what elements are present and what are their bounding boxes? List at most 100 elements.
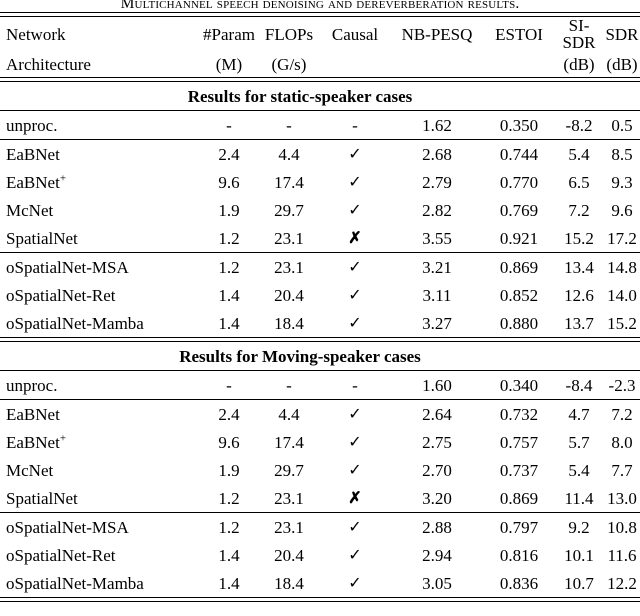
cell-causal: ✓ [320, 541, 390, 569]
column-header-flops: FLOPs [264, 24, 314, 44]
cell-estoi: 0.757 [499, 432, 539, 452]
cell-sdr: 10.8 [607, 517, 637, 537]
cell-param: 2.4 [218, 144, 240, 164]
check-icon: ✓ [348, 174, 362, 191]
table-row: SpatialNet 1.2 23.1 ✗ 3.20 0.869 11.4 13.0 [0, 484, 640, 513]
cell-nb-pesq: 2.79 [422, 172, 452, 192]
check-icon: ✓ [348, 287, 362, 304]
rule-cell [0, 597, 640, 602]
section-header-row: Results for Moving-speaker cases [0, 342, 640, 371]
cell-param: 1.9 [218, 460, 240, 480]
cell-sdr: -2.3 [608, 375, 636, 395]
cell-si-sdr: 5.4 [568, 144, 590, 164]
table-row: unproc. - - - 1.60 0.340 -8.4 -2.3 [0, 371, 640, 400]
section-header-row: Results for static-speaker cases [0, 82, 640, 111]
cell-causal: - [320, 371, 390, 400]
cell-flops: - [286, 115, 292, 135]
cell-param: 1.2 [218, 488, 240, 508]
cell-sdr: 14.8 [607, 257, 637, 277]
cell-si-sdr: 9.2 [568, 517, 590, 537]
cell-network-name: McNet [6, 460, 54, 480]
cell-param: 1.4 [218, 573, 240, 593]
column-header-estoi: ESTOI [495, 24, 543, 44]
cell-flops: 17.4 [274, 432, 304, 452]
cell-si-sdr: 6.5 [568, 172, 590, 192]
cell-si-sdr: 12.6 [564, 285, 594, 305]
cell-sdr: 11.6 [607, 545, 637, 565]
table-row: McNet 1.9 29.7 ✓ 2.70 0.737 5.4 7.7 [0, 456, 640, 484]
column-unit-1: (G/s) [271, 54, 307, 74]
cell-estoi: 0.869 [499, 257, 539, 277]
column-unit-0: (M) [215, 54, 243, 74]
check-icon: ✓ [348, 406, 362, 423]
column-header-nb-pesq: NB-PESQ [401, 24, 473, 44]
cell-nb-pesq: 2.75 [422, 432, 452, 452]
cell-param: 1.4 [218, 313, 240, 333]
cell-network-name: oSpatialNet-MSA [6, 517, 129, 537]
cell-network-name: EaBNet+ [6, 431, 67, 452]
cell-si-sdr: 11.4 [564, 488, 594, 508]
cell-nb-pesq: 2.68 [422, 144, 452, 164]
cell-param: 1.4 [218, 545, 240, 565]
cell-estoi: 0.921 [499, 228, 539, 248]
cell-causal: ✓ [320, 168, 390, 196]
cell-sdr: 12.2 [607, 573, 637, 593]
cell-param: 1.4 [218, 285, 240, 305]
cell-nb-pesq: 3.11 [422, 285, 452, 305]
section-title: Results for static-speaker cases [0, 82, 640, 111]
cell-flops: 18.4 [274, 313, 304, 333]
column-header-param: #Param [203, 24, 255, 44]
cell-si-sdr: 10.7 [564, 573, 594, 593]
column-header-network: Network [6, 24, 66, 44]
rule-double [0, 597, 640, 602]
cell-causal: ✓ [320, 253, 390, 281]
table-row: oSpatialNet-Ret 1.4 20.4 ✓ 3.11 0.852 12.6 14.0 [0, 281, 640, 309]
column-unit-5: (dB) [563, 54, 595, 74]
cell-param: - [226, 115, 232, 135]
cell-nb-pesq: 2.82 [422, 200, 452, 220]
check-icon: ✓ [348, 462, 362, 479]
cell-estoi: 0.869 [499, 488, 539, 508]
cell-estoi: 0.797 [499, 517, 539, 537]
table-row: unproc. - - - 1.62 0.350 -8.2 0.5 [0, 111, 640, 140]
cell-nb-pesq: 3.21 [422, 257, 452, 277]
cell-param: 1.2 [218, 517, 240, 537]
cell-param: 1.2 [218, 257, 240, 277]
cell-sdr: 13.0 [607, 488, 637, 508]
cell-network-name: McNet [6, 200, 54, 220]
cell-estoi: 0.732 [499, 404, 539, 424]
cell-sdr: 15.2 [607, 313, 637, 333]
section-title-label: Results for Moving-speaker cases [179, 346, 421, 366]
cross-icon: ✗ [348, 490, 362, 507]
check-icon: ✓ [348, 547, 362, 564]
cell-flops: 4.4 [278, 404, 300, 424]
cell-sdr: 9.3 [611, 172, 633, 192]
cell-flops: 23.1 [274, 488, 304, 508]
column-unit-2 [320, 51, 390, 78]
cell-sdr: 9.6 [611, 200, 633, 220]
table-header-row-primary: Network #Param FLOPs Causal NB-PESQ ESTOI SI-S… [0, 17, 640, 52]
column-header-causal: Causal [331, 24, 379, 44]
cell-estoi: 0.350 [499, 115, 539, 135]
cell-network-name: unproc. [6, 375, 58, 395]
cell-network-name: SpatialNet [6, 488, 78, 508]
cell-si-sdr: 13.4 [564, 257, 594, 277]
cell-network-name: unproc. [6, 115, 58, 135]
cell-sdr: 17.2 [607, 228, 637, 248]
cell-si-sdr: 7.2 [568, 200, 590, 220]
cell-estoi: 0.744 [499, 144, 539, 164]
cell-nb-pesq: 2.70 [422, 460, 452, 480]
cell-flops: 29.7 [274, 460, 304, 480]
cell-si-sdr: -8.2 [565, 115, 593, 135]
cell-estoi: 0.816 [499, 545, 539, 565]
cross-icon: ✗ [348, 230, 362, 247]
cell-network-name: oSpatialNet-Ret [6, 285, 116, 305]
cell-causal: ✓ [320, 400, 390, 428]
cell-nb-pesq: 2.64 [422, 404, 452, 424]
superscript-plus: + [59, 171, 67, 184]
cell-flops: 29.7 [274, 200, 304, 220]
cell-sdr: 8.0 [611, 432, 633, 452]
column-unit-3 [390, 51, 484, 78]
cell-si-sdr: 5.4 [568, 460, 590, 480]
cell-estoi: 0.836 [499, 573, 539, 593]
